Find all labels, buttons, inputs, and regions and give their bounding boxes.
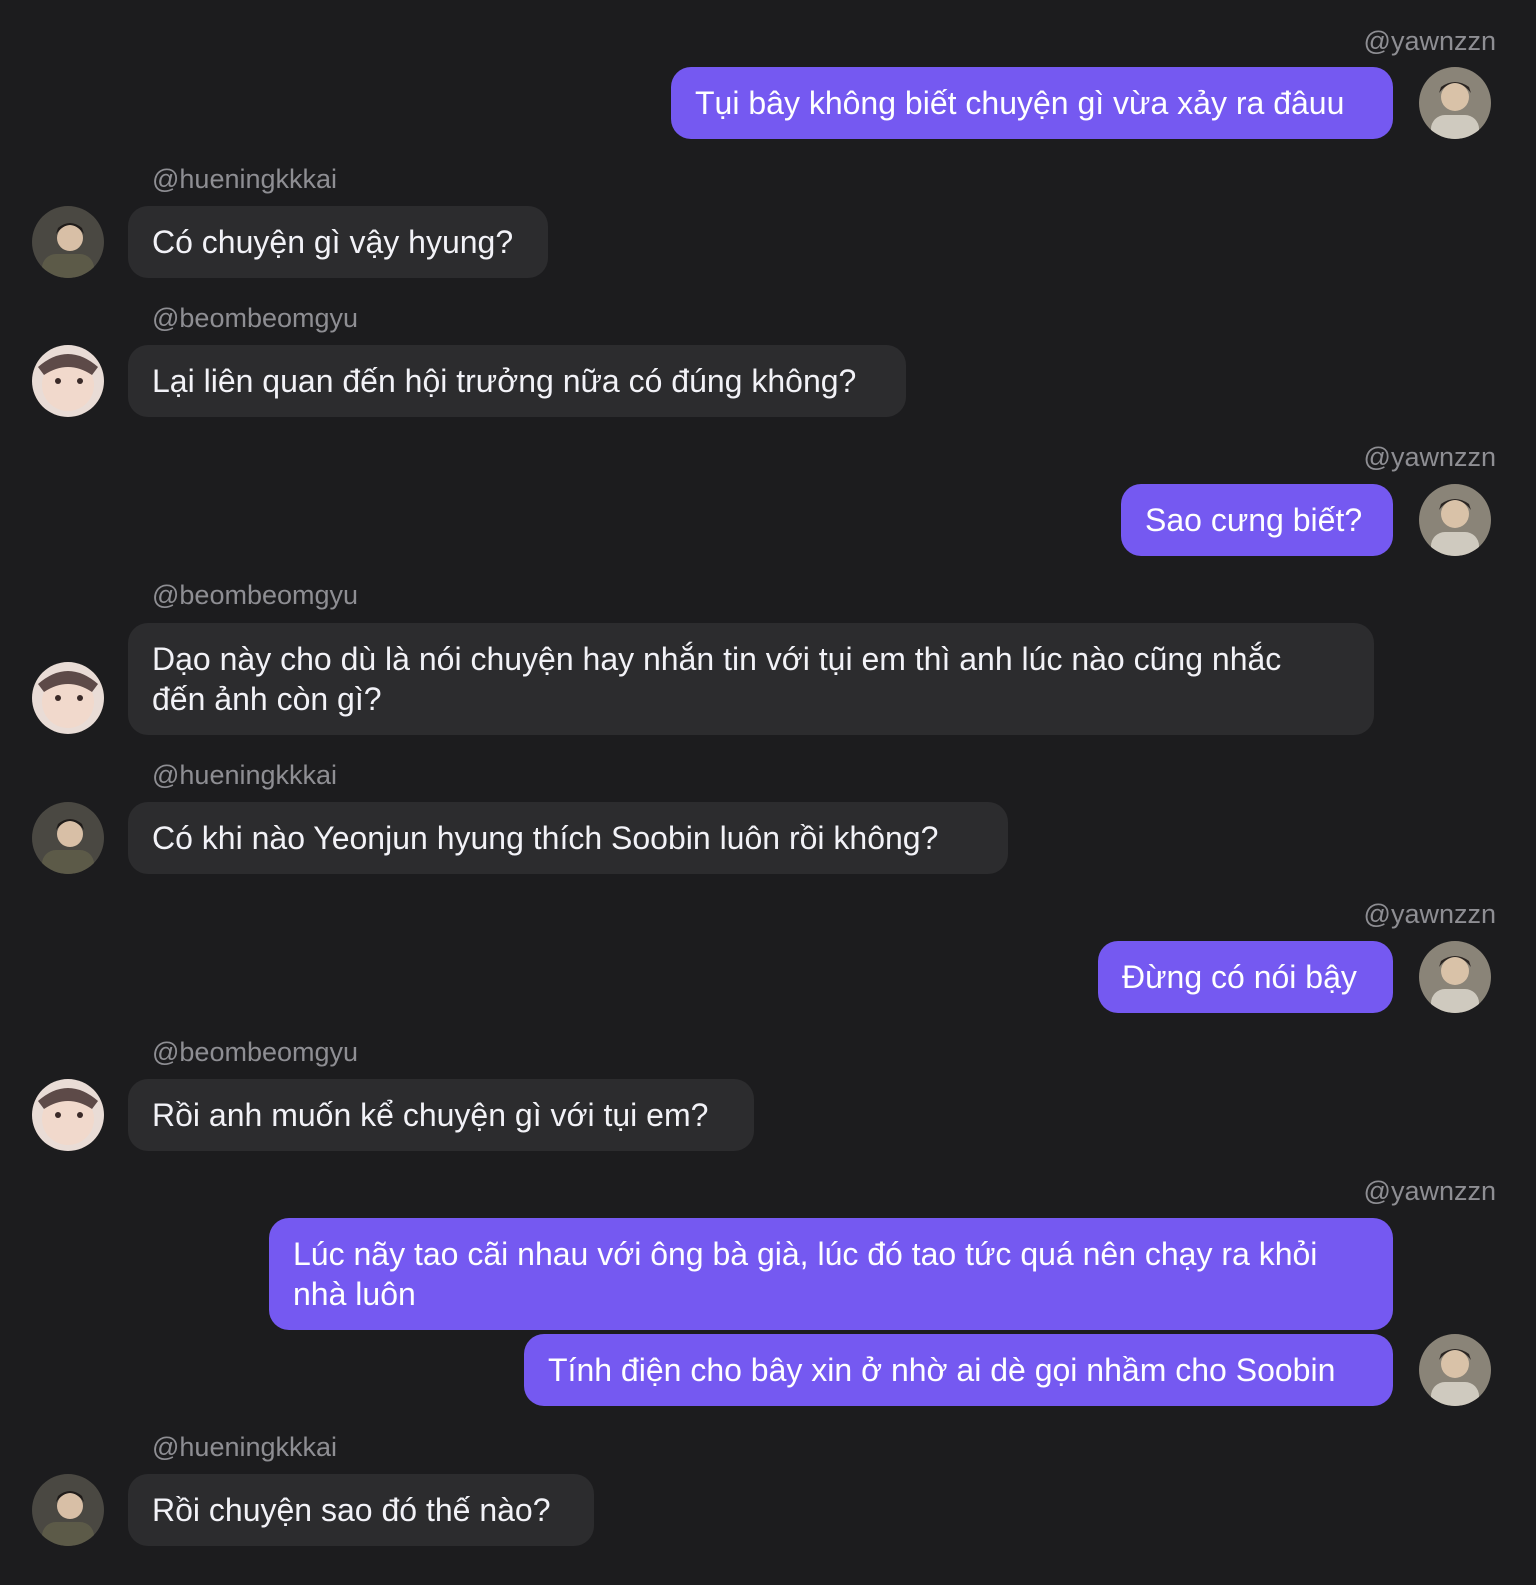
username-label: @beombeomgyu bbox=[152, 303, 359, 333]
username-label: @yawnzzn bbox=[1363, 26, 1496, 56]
message-bubble-outgoing[interactable]: Sao cưng biết? bbox=[1121, 484, 1393, 556]
username-label: @hueningkkkai bbox=[152, 760, 338, 790]
message-bubble-incoming[interactable]: Rồi anh muốn kể chuyện gì với tụi em? bbox=[128, 1079, 754, 1151]
beombeomgyu-avatar[interactable] bbox=[32, 1079, 104, 1151]
beombeomgyu-avatar[interactable] bbox=[32, 345, 104, 417]
yawnzzn-avatar[interactable] bbox=[1419, 67, 1491, 139]
message-bubble-incoming[interactable]: Rồi chuyện sao đó thế nào? bbox=[128, 1474, 594, 1546]
username-label: @hueningkkkai bbox=[152, 1432, 338, 1462]
beombeomgyu-avatar[interactable] bbox=[32, 662, 104, 734]
message-bubble-outgoing[interactable]: Tính điện cho bây xin ở nhờ ai dè gọi nh… bbox=[524, 1334, 1393, 1406]
hueningkkkai-avatar[interactable] bbox=[32, 1474, 104, 1546]
hueningkkkai-avatar[interactable] bbox=[32, 802, 104, 874]
message-bubble-incoming[interactable]: Lại liên quan đến hội trưởng nữa có đúng… bbox=[128, 345, 906, 417]
message-bubble-outgoing[interactable]: Tụi bây không biết chuyện gì vừa xảy ra … bbox=[671, 67, 1393, 139]
username-label: @yawnzzn bbox=[1363, 442, 1496, 472]
message-bubble-incoming[interactable]: Có khi nào Yeonjun hyung thích Soobin lu… bbox=[128, 802, 1008, 874]
message-bubble-outgoing[interactable]: Lúc nãy tao cãi nhau với ông bà già, lúc… bbox=[269, 1218, 1393, 1330]
message-bubble-incoming[interactable]: Dạo này cho dù là nói chuyện hay nhắn ti… bbox=[128, 623, 1374, 735]
yawnzzn-avatar[interactable] bbox=[1419, 941, 1491, 1013]
username-label: @beombeomgyu bbox=[152, 1037, 359, 1067]
username-label: @yawnzzn bbox=[1363, 1176, 1496, 1206]
username-label: @yawnzzn bbox=[1363, 899, 1496, 929]
message-bubble-outgoing[interactable]: Đừng có nói bậy bbox=[1098, 941, 1393, 1013]
hueningkkkai-avatar[interactable] bbox=[32, 206, 104, 278]
message-bubble-incoming[interactable]: Có chuyện gì vậy hyung? bbox=[128, 206, 548, 278]
username-label: @beombeomgyu bbox=[152, 580, 359, 610]
yawnzzn-avatar[interactable] bbox=[1419, 1334, 1491, 1406]
username-label: @hueningkkkai bbox=[152, 164, 338, 194]
yawnzzn-avatar[interactable] bbox=[1419, 484, 1491, 556]
